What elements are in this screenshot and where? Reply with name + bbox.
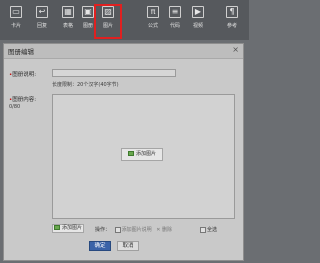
toolbar-reply-label: 回复 [36, 23, 47, 29]
picture-icon [53, 225, 60, 230]
toolbar-formula-label: 公式 [147, 23, 158, 29]
add-image-center-label: 添加图片 [135, 151, 156, 157]
dialog-header: 图册编辑 × [4, 44, 243, 59]
add-caption-link[interactable]: 添加图片说明 [114, 226, 152, 233]
select-all-label: 全选 [207, 227, 218, 233]
ok-button[interactable]: 确定 [89, 241, 111, 251]
select-all-checkbox[interactable] [200, 226, 206, 233]
picture-icon [127, 151, 134, 156]
operations-label: 操作： [95, 227, 111, 233]
toolbar-table-label: 表格 [62, 23, 73, 29]
album-content-label: •图册内容: [9, 97, 37, 103]
album-desc-input[interactable] [52, 69, 176, 77]
close-icon[interactable]: × [232, 45, 239, 54]
reply-icon: ↩ [36, 6, 48, 18]
table-icon: ▦ [62, 6, 74, 18]
add-caption-label: 添加图片说明 [121, 227, 152, 233]
toolbar-reference-button[interactable]: ¶ 参考 [222, 6, 242, 34]
caption-icon [114, 226, 121, 233]
toolbar-card-button[interactable]: ▭ 卡片 [6, 6, 26, 34]
card-icon: ▭ [10, 6, 22, 18]
delete-label: 删除 [162, 227, 173, 233]
album-icon: ▣ [82, 6, 94, 18]
toolbar-reply-button[interactable]: ↩ 回复 [32, 6, 52, 34]
album-content-label-text: 图册内容: [12, 97, 37, 103]
highlight-box [94, 4, 122, 39]
formula-icon: π [147, 6, 159, 18]
album-desc-label: •图册说明: [9, 72, 37, 78]
toolbar-video-button[interactable]: ▶ 视频 [188, 6, 208, 34]
add-image-center-button[interactable]: 添加图片 [121, 148, 163, 161]
delete-link[interactable]: ✕ 删除 [156, 227, 172, 233]
add-image-label: 添加图片 [61, 225, 82, 231]
content-count: 0/80 [9, 104, 21, 110]
toolbar-formula-button[interactable]: π 公式 [143, 6, 163, 34]
toolbar-card-label: 卡片 [10, 23, 21, 29]
toolbar-code-button[interactable]: ≡ 代码 [165, 6, 185, 34]
album-desc-label-text: 图册说明: [12, 72, 37, 78]
add-image-button[interactable]: 添加图片 [52, 224, 84, 233]
toolbar-code-label: 代码 [169, 23, 180, 29]
length-hint: 长度限制：20个汉字(40字节) [52, 82, 119, 88]
code-icon: ≡ [169, 6, 181, 18]
operations-bar: 操作： 添加图片说明 ✕ 删除 [95, 226, 172, 233]
album-content-area: 添加图片 [52, 94, 235, 219]
editor-toolbar: ▭ 卡片 ↩ 回复 ▦ 表格 ▣ 图册 ▨ 图片 π 公式 ≡ 代码 ▶ 视频 … [0, 0, 249, 40]
video-icon: ▶ [192, 6, 204, 18]
toolbar-reference-label: 参考 [226, 23, 237, 29]
album-edit-dialog: 图册编辑 × •图册说明: 长度限制：20个汉字(40字节) •图册内容: 0/… [3, 43, 244, 261]
select-all[interactable]: 全选 [200, 226, 217, 233]
toolbar-video-label: 视频 [192, 23, 203, 29]
cancel-button[interactable]: 取消 [117, 241, 139, 251]
toolbar-table-button[interactable]: ▦ 表格 [58, 6, 78, 34]
dialog-title: 图册编辑 [8, 48, 34, 56]
reference-icon: ¶ [226, 6, 238, 18]
